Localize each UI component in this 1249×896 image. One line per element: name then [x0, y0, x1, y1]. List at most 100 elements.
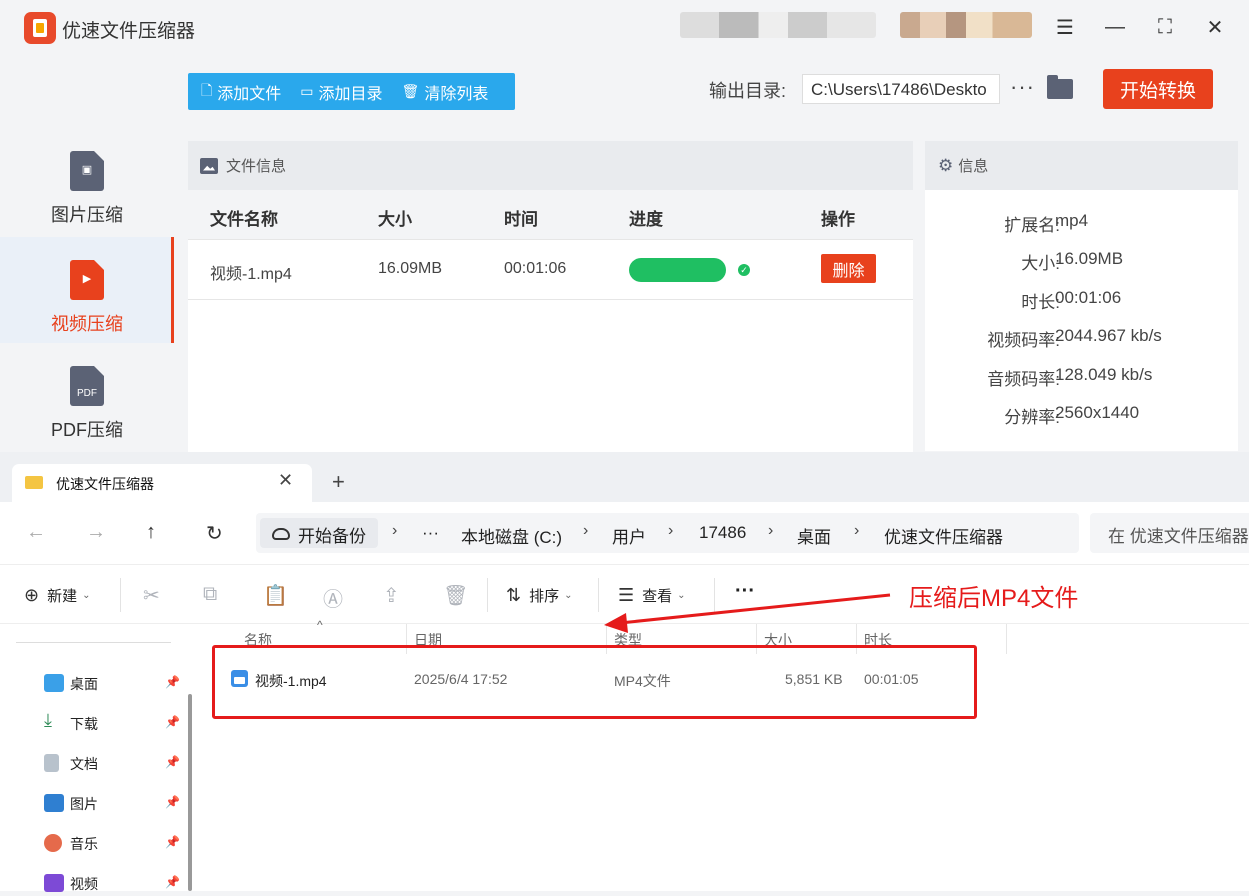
nav-item-music[interactable]: 音乐 📌 [44, 832, 184, 856]
breadcrumb-local-disk[interactable]: 本地磁盘 (C:) [461, 523, 562, 548]
info-row-duration: 时长: 00:01:06 [925, 288, 1238, 318]
explorer-tab-title: 优速文件压缩器 [56, 476, 154, 492]
breadcrumb-current-folder[interactable]: 优速文件压缩器 [884, 523, 1003, 548]
pin-icon[interactable]: 📌 [165, 755, 180, 769]
info-key: 视频码率: [987, 331, 1060, 350]
trash-icon: 🗑 [401, 83, 420, 99]
sidebar-item-pdf-compress[interactable]: PDF PDF压缩 [0, 343, 174, 449]
add-file-button[interactable]: 🗋 添加文件 [188, 73, 287, 110]
clear-list-button[interactable]: 🗑 清除列表 [389, 73, 495, 110]
pin-icon[interactable]: 📌 [165, 675, 180, 689]
pin-icon[interactable]: 📌 [165, 795, 180, 809]
file-info-header: 文件信息 [188, 141, 913, 190]
nav-item-pictures[interactable]: 图片 📌 [44, 792, 184, 816]
info-key: 分辨率: [1004, 408, 1060, 427]
forward-arrow-icon[interactable]: → [86, 521, 106, 544]
info-key: 音频码率: [987, 370, 1060, 389]
start-convert-button[interactable]: 开始转换 [1103, 69, 1213, 109]
sort-button[interactable]: ⇅ 排序 ⌄ [506, 585, 573, 606]
info-key: 扩展名: [1004, 216, 1060, 235]
pin-icon[interactable]: 📌 [165, 875, 180, 889]
sidebar: ▣ 图片压缩 ▶ 视频压缩 PDF PDF压缩 [0, 128, 174, 458]
pictures-icon [44, 794, 64, 812]
blurred-account-info [680, 12, 876, 38]
nav-item-label: 视频 [70, 876, 98, 892]
maximize-icon[interactable]: ⛶ [1150, 12, 1180, 42]
address-bar[interactable]: 开始备份 › ··· 本地磁盘 (C:) › 用户 › 17486 › 桌面 ›… [256, 513, 1079, 553]
chevron-down-icon: ⌄ [564, 590, 573, 601]
close-icon[interactable]: ✕ [1200, 12, 1230, 42]
highlight-box [212, 645, 977, 719]
backup-label: 开始备份 [298, 527, 366, 546]
file-table-header: 文件名称 大小 时间 进度 操作 [188, 190, 913, 240]
menu-icon[interactable]: ☰ [1050, 12, 1080, 42]
nav-item-downloads[interactable]: ⤓ 下载 📌 [44, 710, 184, 736]
info-value: mp4 [1055, 211, 1089, 230]
pin-icon[interactable]: 📌 [165, 715, 180, 729]
minimize-icon[interactable]: — [1100, 12, 1130, 42]
column-header-action: 操作 [821, 210, 855, 229]
backup-button[interactable]: 开始备份 [260, 518, 378, 548]
breadcrumb-desktop[interactable]: 桌面 [797, 523, 831, 548]
browse-more-button[interactable]: ··· [1010, 74, 1035, 100]
column-header-name: 文件名称 [210, 210, 278, 229]
explorer-nav-pane: 桌面 📌 ⤓ 下载 📌 文档 📌 图片 📌 音乐 📌 视频 📌 [0, 624, 200, 892]
cut-icon[interactable]: ✂ [143, 583, 160, 608]
chevron-right-icon[interactable]: › [668, 522, 673, 540]
up-arrow-icon[interactable]: ↑ [146, 521, 156, 544]
nav-pane-scrollbar[interactable] [188, 694, 192, 891]
sidebar-item-image-compress[interactable]: ▣ 图片压缩 [0, 128, 174, 234]
sidebar-item-video-compress[interactable]: ▶ 视频压缩 [0, 237, 174, 343]
output-dir-field[interactable]: C:\Users\17486\Deskto [802, 74, 1000, 104]
share-icon[interactable]: ⇪ [383, 583, 400, 608]
info-value: 16.09MB [1055, 249, 1124, 268]
info-value: 128.049 kb/s [1055, 365, 1153, 384]
refresh-icon[interactable]: ↻ [206, 521, 223, 546]
chevron-down-icon: ⌄ [82, 590, 91, 601]
address-ellipsis[interactable]: ··· [422, 523, 439, 543]
folder-outline-icon: ▭ [300, 83, 314, 99]
back-arrow-icon[interactable]: ← [26, 521, 46, 544]
rename-icon[interactable]: Ⓐ [323, 583, 343, 612]
table-row[interactable]: 视频-1.mp4 16.09MB 00:01:06 ✓ 删除 [188, 240, 913, 300]
download-icon: ⤓ [44, 710, 52, 730]
clear-list-label: 清除列表 [424, 85, 489, 103]
column-divider [1006, 624, 1007, 654]
explorer-tab[interactable]: 优速文件压缩器 ✕ [12, 464, 312, 502]
chevron-right-icon[interactable]: › [583, 522, 588, 540]
tab-close-icon[interactable]: ✕ [278, 470, 293, 491]
annotation-arrow [604, 593, 891, 633]
app-title: 优速文件压缩器 [62, 21, 196, 42]
info-title: 信息 [958, 158, 989, 175]
open-folder-icon[interactable] [1047, 75, 1073, 99]
breadcrumb-user-folder[interactable]: 17486 [699, 523, 746, 543]
add-folder-button[interactable]: ▭ 添加目录 [287, 73, 388, 110]
toolbar-divider [487, 578, 488, 612]
chevron-right-icon[interactable]: › [392, 522, 397, 540]
nav-divider [16, 642, 171, 643]
image-icon [200, 157, 218, 174]
nav-item-desktop[interactable]: 桌面 📌 [44, 672, 184, 696]
paste-icon[interactable]: 📋 [263, 583, 288, 608]
pin-icon[interactable]: 📌 [165, 835, 180, 849]
plus-circle-icon: ⊕ [24, 585, 40, 605]
breadcrumb-users[interactable]: 用户 [612, 523, 646, 548]
new-tab-icon[interactable]: + [332, 469, 345, 495]
chevron-right-icon[interactable]: › [768, 522, 773, 540]
info-value: 2044.967 kb/s [1055, 326, 1162, 345]
app-logo-icon [24, 12, 56, 44]
search-input[interactable]: 在 优速文件压缩器 [1090, 513, 1249, 553]
info-row-resolution: 分辨率: 2560x1440 [925, 403, 1238, 433]
delete-icon[interactable]: 🗑 [443, 583, 468, 608]
progress-bar [629, 258, 726, 282]
sort-ascending-icon: ^ [317, 618, 323, 632]
new-button[interactable]: ⊕ 新建 ⌄ [24, 585, 91, 606]
nav-item-documents[interactable]: 文档 📌 [44, 752, 184, 776]
column-header-size: 大小 [378, 210, 412, 229]
delete-button[interactable]: 删除 [821, 254, 876, 283]
copy-icon[interactable]: ⧉ [203, 583, 217, 606]
nav-item-videos[interactable]: 视频 📌 [44, 872, 184, 896]
file-info-panel: 文件信息 文件名称 大小 时间 进度 操作 视频-1.mp4 16.09MB 0… [188, 141, 913, 461]
pdf-file-icon: PDF [70, 366, 104, 406]
chevron-right-icon[interactable]: › [854, 522, 859, 540]
